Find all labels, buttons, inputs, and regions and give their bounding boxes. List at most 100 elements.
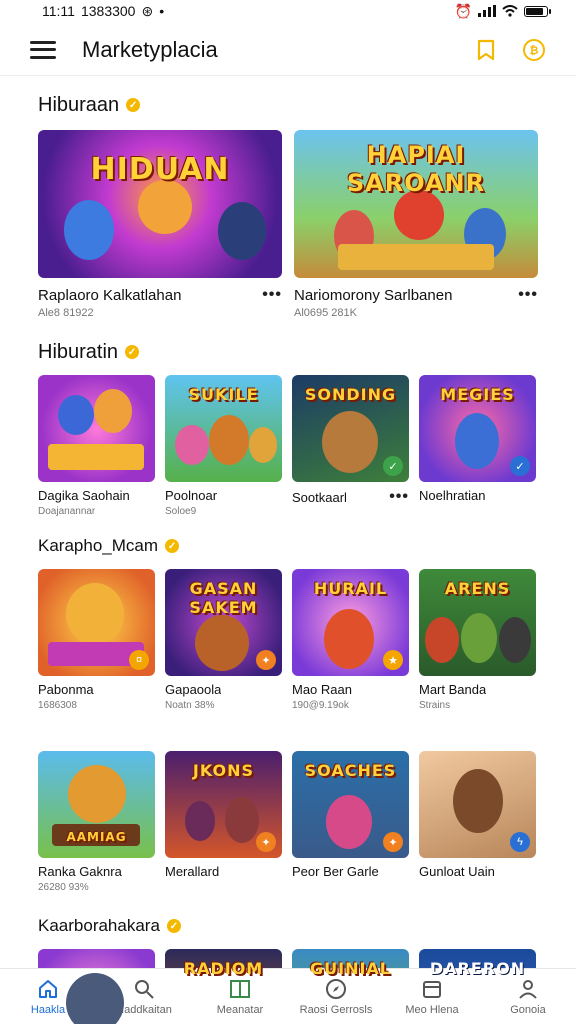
- game-card[interactable]: JKONS ✦ Merallard: [165, 751, 282, 893]
- game-title: Poolnoar: [165, 488, 218, 503]
- game-title: Pabonma: [38, 682, 94, 697]
- game-title: Sootkaarl: [292, 489, 347, 505]
- bookmark-icon[interactable]: [474, 38, 498, 62]
- game-card[interactable]: HAPIAI SAROANR Nariomorony Sarlbanen •••…: [294, 130, 538, 319]
- game-thumbnail: JKONS ✦: [165, 751, 282, 858]
- game-thumbnail: HIDUAN: [38, 130, 282, 278]
- game-card[interactable]: HIDUAN Raplaoro Kalkatlahan ••• Ale8 819…: [38, 130, 282, 319]
- game-logo: SOACHES: [304, 761, 397, 780]
- game-card[interactable]: SONDING ✓ Sootkaarl •••: [292, 375, 409, 517]
- nav-item-events[interactable]: Meo Hlena: [387, 978, 477, 1016]
- nav-item-explore[interactable]: Raosi Gerrosls: [291, 978, 381, 1016]
- check-badge-icon: ✓: [383, 456, 403, 476]
- home-icon: [37, 978, 59, 1000]
- game-logo: HURAIL: [313, 579, 388, 598]
- game-card[interactable]: ARENS Mart Banda Strains: [419, 569, 536, 711]
- game-logo: SUKILE: [188, 385, 259, 404]
- section-row: HIDUAN Raplaoro Kalkatlahan ••• Ale8 819…: [38, 130, 538, 319]
- section-title: Karapho_Mcam ✓: [38, 531, 538, 561]
- game-title: Mart Banda: [419, 682, 487, 697]
- fire-badge-icon: ✦: [256, 650, 276, 670]
- game-card[interactable]: SOACHES ✦ Peor Ber Garle: [292, 751, 409, 893]
- more-options-icon[interactable]: •••: [262, 286, 282, 304]
- status-dot-icon: •: [159, 3, 165, 19]
- status-extra: 1383300: [80, 3, 136, 19]
- more-options-icon[interactable]: •••: [389, 488, 409, 506]
- content: Hiburaan ✓ HIDUAN Raplaoro Kalkatlahan •…: [38, 90, 538, 1024]
- verified-icon: ✓: [126, 98, 141, 112]
- game-logo: RADIOM: [183, 959, 264, 978]
- more-options-icon[interactable]: •••: [518, 286, 538, 304]
- status-bar: 11:11 1383300 ⊛ • ⏰: [0, 0, 576, 22]
- game-logo: AAMIAG: [66, 830, 127, 844]
- coin-icon[interactable]: ₿: [522, 38, 546, 62]
- game-subtitle: Al0695 281K: [294, 307, 357, 319]
- game-subtitle: 190@9.19ok: [292, 700, 349, 711]
- game-logo: HAPIAI SAROANR: [346, 141, 486, 197]
- status-sync-icon: ⊛: [141, 2, 154, 19]
- game-thumbnail: GASAN SAKEM ✦: [165, 569, 282, 676]
- star-badge-icon: ★: [383, 650, 403, 670]
- section-row: ¤ Pabonma 1686308 GASAN SAKEM ✦ Gapaoola…: [38, 569, 538, 711]
- game-thumbnail: SOACHES ✦: [292, 751, 409, 858]
- nav-label: Haakla: [30, 1003, 66, 1016]
- app-title: Marketyplacia: [82, 36, 218, 62]
- section-title: Kaarborahakara ✓: [38, 911, 538, 941]
- section-title: Hiburatin ✓: [38, 337, 538, 367]
- fire-badge-icon: ✦: [256, 832, 276, 852]
- section-row: Dagika Saohain Doajanannar SUKILE Poolno…: [38, 375, 538, 517]
- nav-label: Meo Hlena: [405, 1003, 459, 1016]
- game-subtitle: Doajanannar: [38, 506, 96, 517]
- battery-icon: [524, 5, 551, 17]
- game-thumbnail: AAMIAG: [38, 751, 155, 858]
- game-card[interactable]: MEGIES ✓ Noelhratian: [419, 375, 536, 517]
- game-card[interactable]: ϟ Gunloat Uain: [419, 751, 536, 893]
- game-logo: GUINIAL: [310, 959, 391, 978]
- game-title: Gapaoola: [165, 682, 222, 697]
- game-subtitle: Noatn 38%: [165, 700, 215, 711]
- nav-label: Meanatar: [216, 1003, 264, 1016]
- menu-icon[interactable]: [30, 40, 56, 59]
- game-title: Peor Ber Garle: [292, 864, 379, 879]
- game-subtitle: Strains: [419, 700, 451, 711]
- game-title: Ranka Gaknra: [38, 864, 122, 879]
- wifi-icon: [502, 5, 518, 17]
- calendar-icon: [421, 978, 443, 1000]
- game-title: Noelhratian: [419, 488, 486, 503]
- nav-label: Raosi Gerrosls: [299, 1003, 373, 1016]
- nav-label: Gonoia: [510, 1003, 546, 1016]
- game-card[interactable]: SUKILE Poolnoar Soloe9: [165, 375, 282, 517]
- game-thumbnail: ¤: [38, 569, 155, 676]
- nav-item-profile[interactable]: Gonoia: [483, 978, 573, 1016]
- game-logo: JKONS: [192, 761, 255, 780]
- compass-icon: [325, 978, 347, 1000]
- game-thumbnail: HAPIAI SAROANR: [294, 130, 538, 278]
- game-logo: SONDING: [304, 385, 397, 404]
- game-logo: MEGIES: [440, 385, 515, 404]
- game-card[interactable]: GASAN SAKEM ✦ Gapaoola Noatn 38%: [165, 569, 282, 711]
- status-time: 11:11: [42, 3, 75, 19]
- book-icon: [229, 978, 251, 1000]
- nav-item-library[interactable]: Meanatar: [195, 978, 285, 1016]
- game-card[interactable]: ¤ Pabonma 1686308: [38, 569, 155, 711]
- signal-icon: [478, 5, 496, 17]
- game-card[interactable]: AAMIAG Ranka Gaknra 26280 93%: [38, 751, 155, 893]
- game-subtitle: 26280 93%: [38, 882, 89, 893]
- game-title: Dagika Saohain: [38, 488, 130, 503]
- game-card[interactable]: HURAIL ★ Mao Raan 190@9.19ok: [292, 569, 409, 711]
- game-subtitle: 1686308: [38, 700, 77, 711]
- verified-icon: ✓: [166, 919, 181, 933]
- game-title: Mao Raan: [292, 682, 352, 697]
- verified-icon: ✓: [125, 345, 140, 359]
- game-thumbnail: ϟ: [419, 751, 536, 858]
- coin-badge-icon: ¤: [129, 650, 149, 670]
- section-row: AAMIAG Ranka Gaknra 26280 93% JKONS ✦ Me…: [38, 751, 538, 893]
- game-thumbnail: MEGIES ✓: [419, 375, 536, 482]
- game-title: Raplaoro Kalkatlahan: [38, 286, 182, 304]
- game-card[interactable]: Dagika Saohain Doajanannar: [38, 375, 155, 517]
- nav-label: Naddkaitan: [116, 1003, 172, 1016]
- game-logo: DARERON: [429, 959, 526, 978]
- game-thumbnail: SUKILE: [165, 375, 282, 482]
- search-icon: [133, 978, 155, 1000]
- game-title: Merallard: [165, 864, 220, 879]
